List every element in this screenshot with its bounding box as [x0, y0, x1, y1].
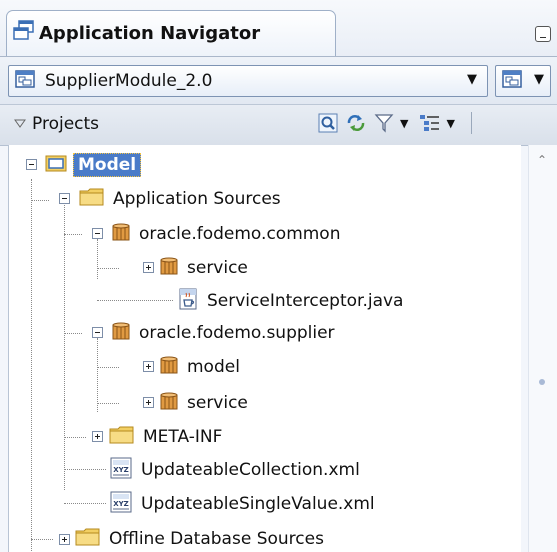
tree-node-offline-database-sources[interactable]: Offline Database Sources	[75, 522, 324, 552]
expand-toggle[interactable]	[143, 262, 154, 273]
collapse-triangle-icon	[14, 114, 26, 134]
projects-header: Projects ▼ ▼	[0, 104, 557, 146]
tree-node-label: model	[187, 357, 240, 377]
tree-node-package-common[interactable]: oracle.fodemo.common	[111, 217, 341, 251]
tree-node-application-sources[interactable]: Application Sources	[79, 182, 281, 216]
collapse-toggle[interactable]	[59, 193, 70, 204]
application-name: SupplierModule_2.0	[45, 71, 213, 91]
tree-connector	[97, 268, 119, 269]
tree-node-label: Model	[73, 153, 142, 177]
tree-connector	[97, 367, 119, 368]
tree-node-label: Application Sources	[113, 189, 281, 209]
projects-toggle[interactable]: Projects	[14, 114, 99, 134]
collapse-toggle[interactable]	[92, 327, 103, 338]
package-icon	[111, 222, 131, 247]
tree-node-label: oracle.fodemo.common	[139, 224, 341, 244]
package-icon	[159, 391, 179, 416]
svg-text:XYZ: XYZ	[113, 500, 129, 508]
package-icon	[111, 321, 131, 346]
application-menu-button[interactable]: ▼	[495, 65, 551, 97]
xml-file-icon: XYZ	[109, 457, 133, 484]
tree-connector	[97, 300, 173, 301]
folder-icon	[75, 527, 101, 552]
folder-icon	[79, 187, 105, 212]
tree-node-label: UpdateableCollection.xml	[141, 460, 360, 480]
tree-node-label: Offline Database Sources	[109, 529, 324, 549]
tree-node-label: UpdateableSingleValue.xml	[141, 494, 375, 514]
application-selector-row: SupplierModule_2.0 ▼ ▼	[0, 56, 557, 105]
tree-node-package-supplier[interactable]: oracle.fodemo.supplier	[111, 316, 335, 350]
tree-connector	[64, 437, 86, 438]
chevron-down-icon[interactable]: ▼	[446, 117, 454, 130]
package-icon	[159, 355, 179, 380]
application-navigator-tab[interactable]: Application Navigator	[6, 10, 336, 56]
projects-label: Projects	[32, 114, 100, 134]
tree-node-label: service	[187, 393, 248, 413]
tree-node-label: META-INF	[143, 427, 223, 447]
tree-connector	[31, 200, 49, 201]
minimize-button[interactable]	[535, 26, 551, 42]
tree-options-icon[interactable]	[418, 111, 442, 135]
navigator-tab-bar: Application Navigator	[0, 0, 557, 56]
expand-toggle[interactable]	[59, 534, 70, 545]
tree-connector	[64, 333, 82, 334]
tree-connector	[31, 179, 32, 551]
tree-node-label: ServiceInterceptor.java	[207, 291, 404, 311]
tree-connector	[64, 400, 65, 490]
xml-file-icon: XYZ	[109, 491, 133, 518]
application-menu-icon	[502, 69, 522, 93]
tree-node-package-supplier-model[interactable]: model	[159, 350, 240, 384]
tree-connector	[97, 338, 98, 412]
chevron-down-icon: ▼	[467, 72, 477, 87]
toolbar-separator	[470, 112, 472, 134]
tree-connector	[64, 469, 106, 470]
tree-node-service-interceptor[interactable]: ServiceInterceptor.java	[177, 284, 403, 318]
application-icon	[15, 69, 35, 93]
vertical-scrollbar[interactable]: ⌃	[528, 145, 557, 552]
navigator-title: Application Navigator	[39, 23, 261, 44]
application-dropdown[interactable]: SupplierModule_2.0 ▼	[8, 65, 488, 97]
tree-node-label: service	[187, 258, 248, 278]
collapse-toggle[interactable]	[92, 228, 103, 239]
tree-node-updateable-collection[interactable]: XYZ UpdateableCollection.xml	[109, 453, 360, 487]
tree-node-model[interactable]: Model	[45, 148, 142, 182]
search-icon[interactable]	[316, 111, 340, 135]
collapse-toggle[interactable]	[26, 159, 37, 170]
expand-toggle[interactable]	[143, 361, 154, 372]
java-file-icon	[177, 288, 199, 315]
folder-icon	[109, 425, 135, 450]
projects-toolbar: ▼ ▼	[316, 111, 472, 135]
tree-connector	[97, 239, 98, 279]
application-navigator-icon	[13, 20, 35, 47]
tree-node-package-supplier-service[interactable]: service	[159, 386, 248, 420]
expand-toggle[interactable]	[143, 397, 154, 408]
chevron-down-icon[interactable]: ▼	[400, 117, 408, 130]
tree-connector	[64, 234, 82, 235]
scroll-up-icon[interactable]: ⌃	[537, 153, 547, 167]
refresh-icon[interactable]	[344, 111, 368, 135]
tree-connector	[31, 539, 53, 540]
svg-text:XYZ: XYZ	[113, 466, 129, 474]
tree-node-package-common-service[interactable]: service	[159, 251, 248, 285]
tree-connector	[64, 503, 106, 504]
chevron-down-icon: ▼	[534, 72, 544, 87]
tree-connector	[97, 403, 119, 404]
tree-node-label: oracle.fodemo.supplier	[139, 323, 335, 343]
expand-toggle[interactable]	[92, 431, 103, 442]
project-folder-icon	[45, 153, 67, 178]
scroll-thumb[interactable]	[539, 379, 545, 385]
project-tree: Model Application Sources oracle.fodemo.…	[8, 145, 521, 552]
filter-icon[interactable]	[372, 111, 396, 135]
package-icon	[159, 256, 179, 281]
tree-node-meta-inf[interactable]: META-INF	[109, 420, 222, 454]
tree-node-updateable-single-value[interactable]: XYZ UpdateableSingleValue.xml	[109, 487, 375, 521]
